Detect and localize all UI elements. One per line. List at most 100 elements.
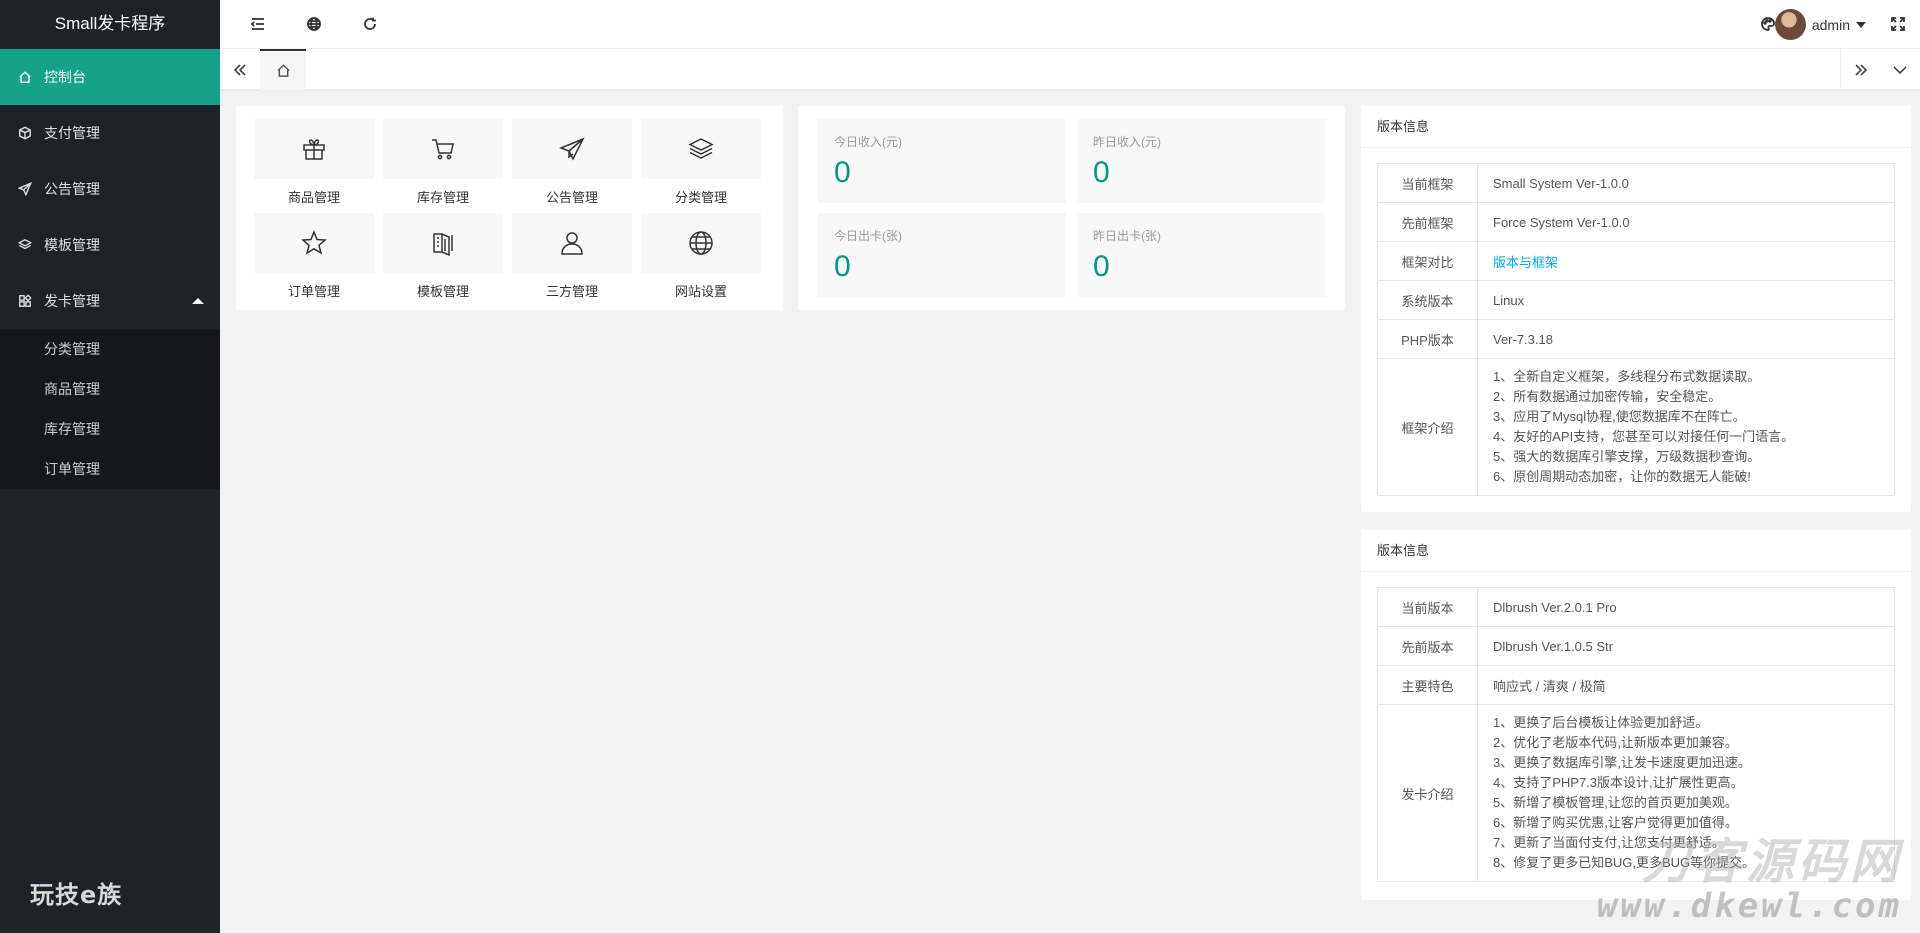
home-icon (18, 70, 32, 84)
sidebar-item-card[interactable]: 发卡管理 (0, 273, 220, 329)
panel-title: 版本信息 (1361, 106, 1911, 148)
table-row: 发卡介绍 1、更换了后台模板让体验更加舒适。 2、优化了老版本代码,让新版本更加… (1377, 704, 1895, 882)
table-value-cell: Force System Ver-1.0.0 (1477, 202, 1895, 242)
intro-line: 1、更换了后台模板让体验更加舒适。 (1493, 715, 1709, 730)
table-key-cell: 发卡介绍 (1377, 704, 1478, 882)
user-icon (561, 232, 583, 255)
send-icon (558, 137, 585, 161)
intro-line: 6、原创周期动态加密，让你的数据无人能破! (1493, 469, 1751, 484)
sidebar-item-label: 控制台 (44, 69, 86, 85)
apps-icon (18, 294, 32, 308)
sidebar-item-dashboard[interactable]: 控制台 (0, 49, 220, 105)
version-info-table: 当前版本 Dlbrush Ver.2.0.1 Pro 先前版本 Dlbrush Ve… (1377, 587, 1895, 882)
framework-info-table: 当前框架 Small System Ver-1.0.0 先前框架 Force Sys… (1377, 163, 1895, 496)
sidebar-subitem-category[interactable]: 分类管理 (0, 329, 220, 369)
table-key-cell: 当前框架 (1377, 163, 1478, 203)
table-value-cell: Dlbrush Ver.2.0.1 Pro (1477, 587, 1895, 627)
stat-today-income: 今日收入(元) 0 (818, 119, 1066, 203)
layers-icon (18, 238, 32, 252)
sidebar-subitem-goods[interactable]: 商品管理 (0, 369, 220, 409)
table-row: 框架介绍 1、全新自定义框架，多线程分布式数据读取。 2、所有数据通过加密传输，… (1377, 358, 1895, 496)
intro-line: 7、更新了当面付支付,让您支付更舒适。 (1493, 835, 1725, 850)
shortcuts-card: 商品管理 库存管理 公告管理 分类管理 订单管理 模板管理 三方管理 网站设置 (236, 106, 783, 310)
fullscreen-icon[interactable] (1888, 14, 1908, 34)
intro-line: 1、全新自定义框架，多线程分布式数据读取。 (1493, 369, 1761, 384)
panel-title: 版本信息 (1361, 530, 1911, 572)
gift-icon (303, 139, 325, 160)
framework-info-panel: 版本信息 当前框架 Small System Ver-1.0.0 先前框架 Forc… (1361, 106, 1911, 512)
shortcut-goods[interactable]: 商品管理 (254, 119, 374, 205)
shortcut-site-settings[interactable]: 网站设置 (641, 213, 761, 299)
table-key-cell: 框架介绍 (1377, 358, 1478, 496)
star-icon (301, 229, 327, 255)
tabs-scroll-left-icon[interactable] (220, 49, 260, 90)
cube-icon (18, 126, 32, 140)
app-logo[interactable]: Small发卡程序 (0, 0, 220, 49)
intro-line: 2、所有数据通过加密传输，安全稳定。 (1493, 389, 1722, 404)
tabs-scroll-right-icon[interactable] (1840, 49, 1880, 90)
intro-line: 5、新增了模板管理,让您的首页更加美观。 (1493, 795, 1738, 810)
sidebar-item-notice[interactable]: 公告管理 (0, 161, 220, 217)
shortcut-stock[interactable]: 库存管理 (383, 119, 503, 205)
sidebar-item-label: 模板管理 (44, 237, 100, 253)
intro-line: 6、新增了购买优惠,让客户觉得更加值得。 (1493, 815, 1738, 830)
sidebar-item-payment[interactable]: 支付管理 (0, 105, 220, 161)
table-key-cell: 框架对比 (1377, 241, 1478, 281)
tabs-dropdown-icon[interactable] (1880, 49, 1920, 90)
table-key-cell: 当前版本 (1377, 587, 1478, 627)
table-value-cell: Ver-7.3.18 (1477, 319, 1895, 359)
intro-line: 4、友好的API支持，您甚至可以对接任何一门语言。 (1493, 429, 1795, 444)
intro-line: 3、应用了Mysql协程,使您数据库不在阵亡。 (1493, 409, 1746, 424)
intro-line: 3、更换了数据库引擎,让发卡速度更加迅速。 (1493, 755, 1751, 770)
tab-bar (220, 49, 1920, 90)
caret-down-icon (1856, 21, 1866, 28)
tab-home[interactable] (260, 49, 306, 90)
table-key-cell: 主要特色 (1377, 665, 1478, 705)
table-row: 框架对比 版本与框架 (1377, 241, 1895, 281)
top-header: admin (220, 0, 1920, 49)
table-key-cell: 先前框架 (1377, 202, 1478, 242)
intro-line: 8、修复了更多已知BUG,更多BUG等你提交。 (1493, 855, 1756, 870)
send-icon (18, 182, 32, 196)
shortcut-order[interactable]: 订单管理 (254, 213, 374, 299)
intro-line: 2、优化了老版本代码,让新版本更加兼容。 (1493, 735, 1738, 750)
sidebar: Small发卡程序 控制台 支付管理 公告管理 模板管理 发卡管理 分类管理 商… (0, 0, 220, 933)
shortcut-thirdparty[interactable]: 三方管理 (512, 213, 632, 299)
menu-fold-icon[interactable] (248, 14, 268, 34)
layers-icon (688, 138, 714, 159)
globe-icon[interactable] (304, 14, 324, 34)
sidebar-item-label: 发卡管理 (44, 293, 100, 309)
table-key-cell: 先前版本 (1377, 626, 1478, 666)
table-value-cell: 1、更换了后台模板让体验更加舒适。 2、优化了老版本代码,让新版本更加兼容。 3… (1477, 704, 1895, 882)
stats-card: 今日收入(元) 0 昨日收入(元) 0 今日出卡(张) 0 昨日出卡(张) 0 (798, 106, 1345, 310)
refresh-icon[interactable] (360, 14, 380, 34)
version-compare-link[interactable]: 版本与框架 (1477, 241, 1895, 281)
table-row: 当前版本 Dlbrush Ver.2.0.1 Pro (1377, 587, 1895, 627)
table-row: 先前版本 Dlbrush Ver.1.0.5 Str (1377, 626, 1895, 666)
template-icon (433, 233, 453, 257)
shortcut-template[interactable]: 模板管理 (383, 213, 503, 299)
version-info-panel: 版本信息 当前版本 Dlbrush Ver.2.0.1 Pro 先前版本 Dlbru… (1361, 530, 1911, 900)
stat-yesterday-cards: 昨日出卡(张) 0 (1077, 213, 1325, 297)
caret-up-icon (192, 298, 204, 304)
user-menu[interactable]: admin (1774, 9, 1866, 40)
table-key-cell: 系统版本 (1377, 280, 1478, 320)
sidebar-subitem-stock[interactable]: 库存管理 (0, 409, 220, 449)
table-row: PHP版本 Ver-7.3.18 (1377, 319, 1895, 359)
shortcut-notice[interactable]: 公告管理 (512, 119, 632, 205)
table-value-cell: 1、全新自定义框架，多线程分布式数据读取。 2、所有数据通过加密传输，安全稳定。… (1477, 358, 1895, 496)
sidebar-item-template[interactable]: 模板管理 (0, 217, 220, 273)
home-icon (276, 64, 290, 77)
sidebar-item-label: 公告管理 (44, 181, 100, 197)
table-row: 系统版本 Linux (1377, 280, 1895, 320)
table-value-cell: Small System Ver-1.0.0 (1477, 163, 1895, 203)
sidebar-subitem-order[interactable]: 订单管理 (0, 449, 220, 489)
table-key-cell: PHP版本 (1377, 319, 1478, 359)
brand-logo: 玩技e族 (30, 881, 123, 909)
sidebar-submenu: 分类管理 商品管理 库存管理 订单管理 (0, 329, 220, 489)
table-value-cell: Dlbrush Ver.1.0.5 Str (1477, 626, 1895, 666)
shortcut-category[interactable]: 分类管理 (641, 119, 761, 205)
intro-line: 4、支持了PHP7.3版本设计,让扩展性更高。 (1493, 775, 1744, 790)
table-value-cell: 响应式 / 清爽 / 极简 (1477, 665, 1895, 705)
cart-icon (432, 139, 454, 160)
